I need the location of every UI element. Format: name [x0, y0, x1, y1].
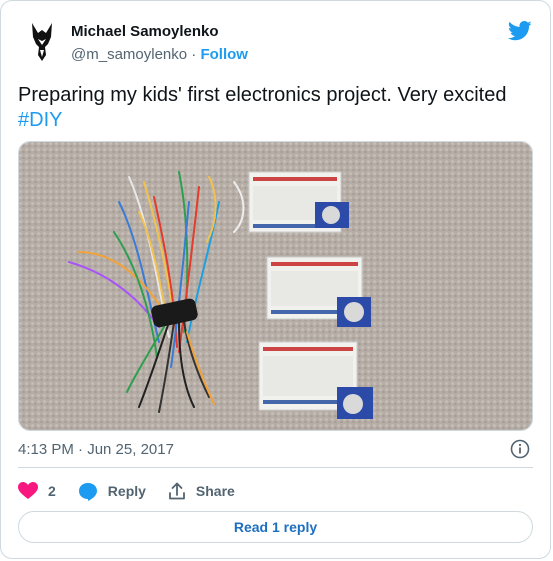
- twitter-bird-icon[interactable]: [508, 21, 532, 41]
- separator: ·: [187, 46, 201, 63]
- share-icon: [169, 482, 185, 500]
- share-label: Share: [195, 483, 235, 499]
- tweet-photo[interactable]: [18, 141, 533, 431]
- author-name[interactable]: Michael Samoylenko: [71, 23, 219, 40]
- reply-label: Reply: [107, 483, 146, 499]
- read-replies-button[interactable]: Read 1 reply: [18, 511, 533, 543]
- speech-bubble-icon: [78, 482, 97, 501]
- follow-button[interactable]: Follow: [200, 46, 248, 63]
- share-button[interactable]: Share: [168, 482, 235, 500]
- action-bar: 2 Reply Share: [18, 480, 257, 502]
- reply-button[interactable]: Reply: [78, 482, 146, 501]
- tweet-text: Preparing my kids' first electronics pro…: [18, 83, 528, 133]
- divider: [18, 467, 533, 468]
- tweet-card: Michael Samoylenko @m_samoylenko · Follo…: [0, 0, 551, 559]
- heart-icon: [18, 482, 38, 499]
- like-count: 2: [48, 483, 56, 499]
- timestamp[interactable]: 4:13 PM · Jun 25, 2017: [18, 441, 174, 458]
- avatar[interactable]: [18, 17, 66, 65]
- tweet-body: Preparing my kids' first electronics pro…: [18, 84, 507, 106]
- author-handle-row: @m_samoylenko · Follow: [71, 46, 248, 63]
- photo-illustration: [19, 142, 532, 430]
- author-handle[interactable]: @m_samoylenko: [71, 46, 187, 63]
- hashtag-link[interactable]: #DIY: [18, 109, 62, 131]
- info-icon[interactable]: [510, 439, 530, 459]
- like-button[interactable]: 2: [18, 482, 56, 500]
